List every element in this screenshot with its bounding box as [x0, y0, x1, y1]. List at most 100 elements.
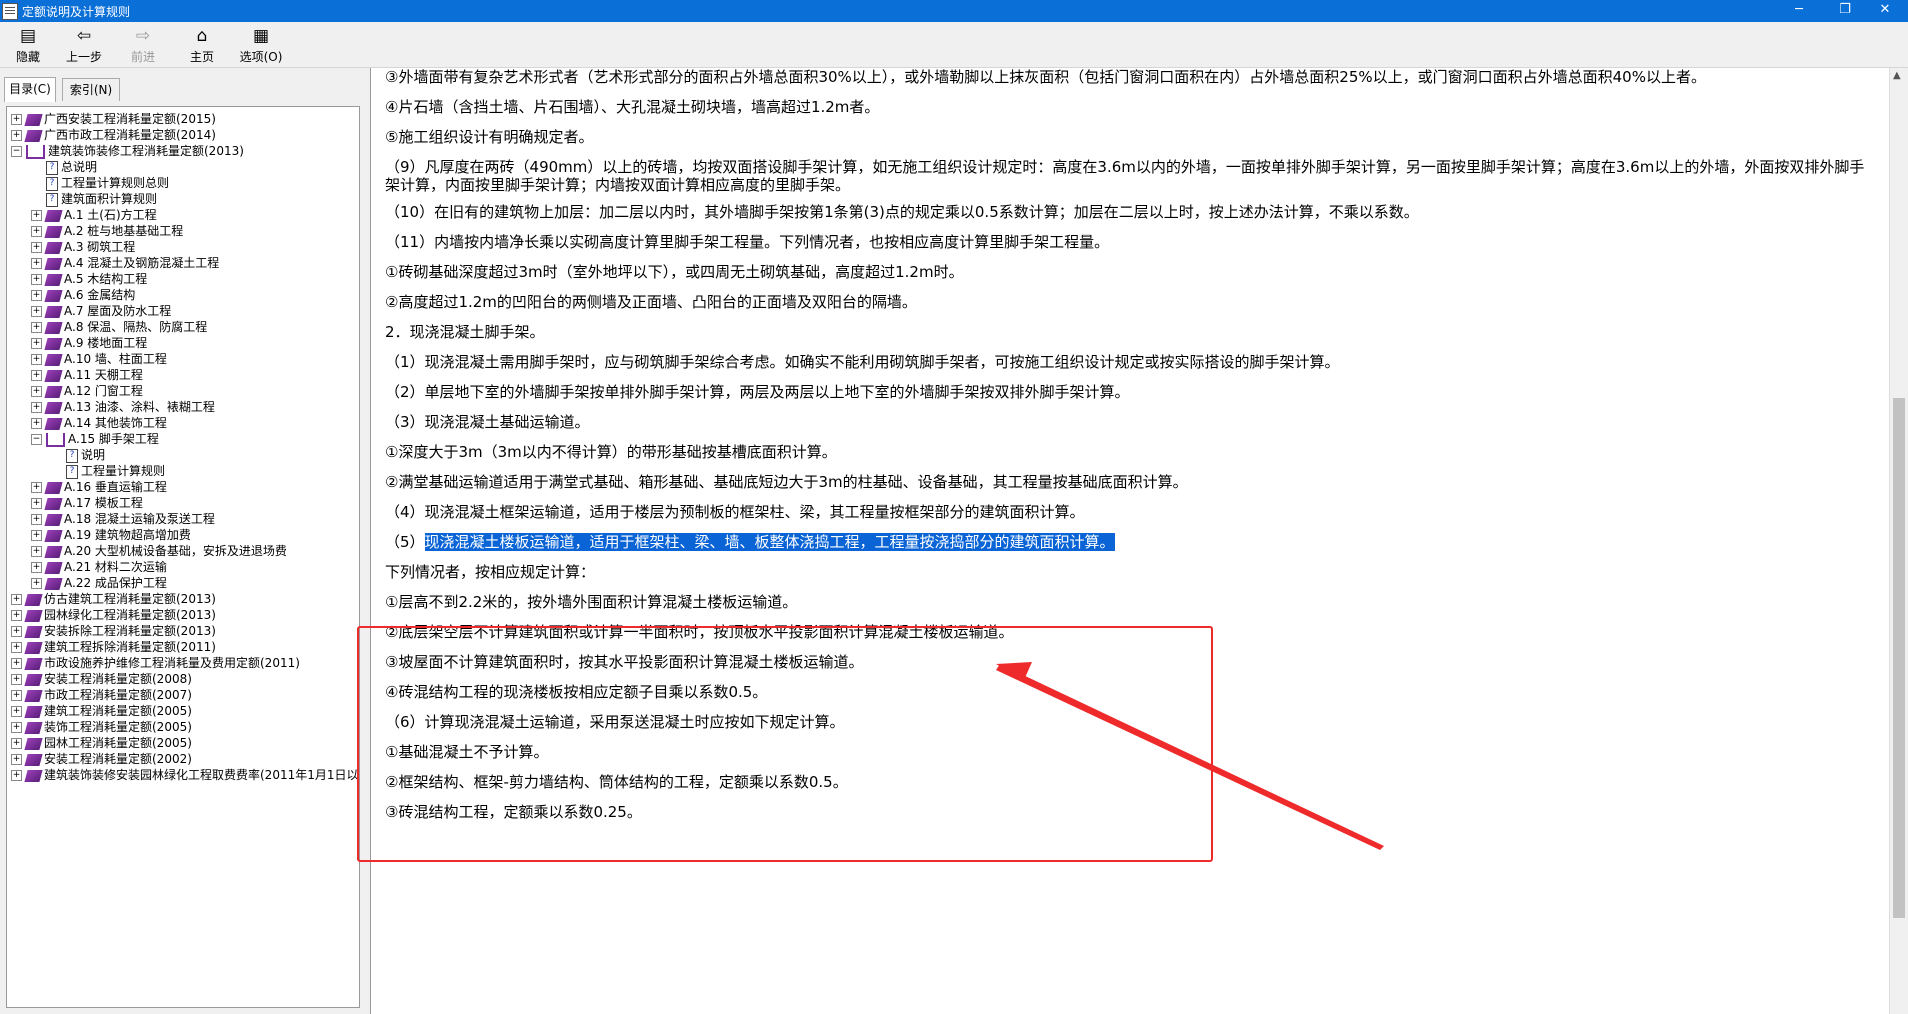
expand-icon[interactable]: + [31, 226, 42, 237]
tree-item[interactable]: + A.8 保温、隔热、防腐工程 [31, 319, 207, 335]
expand-icon[interactable]: + [31, 546, 42, 557]
selected-text[interactable]: 现浇混凝土楼板运输道，适用于框架柱、梁、墙、板整体浇捣工程，工程量按浇捣部分的建… [424, 533, 1115, 551]
tree-item[interactable]: + 仿古建筑工程消耗量定额(2013) [11, 591, 216, 607]
expand-icon[interactable]: + [11, 594, 22, 605]
expand-icon[interactable]: + [11, 738, 22, 749]
tree-item[interactable]: + 广西安装工程消耗量定额(2015) [11, 111, 216, 127]
tree-item[interactable]: + 安装工程消耗量定额(2008) [11, 671, 192, 687]
tree-item[interactable]: + A.16 垂直运输工程 [31, 479, 167, 495]
expand-icon[interactable]: + [31, 290, 42, 301]
content-pane[interactable]: ③外墙面带有复杂艺术形式者（艺术形式部分的面积占外墙总面积30%以上），或外墙勒… [370, 68, 1889, 1014]
tree-item[interactable]: + 安装拆除工程消耗量定额(2013) [11, 623, 216, 639]
tree-item[interactable]: + A.1 土(石)方工程 [31, 207, 157, 223]
expand-icon[interactable]: + [31, 530, 42, 541]
expand-icon[interactable]: + [31, 322, 42, 333]
expand-icon[interactable]: + [11, 642, 22, 653]
tree-item[interactable]: + A.20 大型机械设备基础，安拆及进退场费 [31, 543, 287, 559]
tab-index[interactable]: 索引(N) [62, 78, 120, 101]
options-button[interactable]: ▦ 选项(O) [233, 26, 289, 66]
tree-item[interactable]: ? 工程量计算规则总则 [31, 175, 169, 191]
expand-icon[interactable]: + [31, 578, 42, 589]
tree-item[interactable]: + 安装工程消耗量定额(2002) [11, 751, 192, 767]
tree-item[interactable]: + 园林工程消耗量定额(2005) [11, 735, 192, 751]
expand-icon[interactable]: + [31, 418, 42, 429]
paragraph-prefix: （5） [385, 533, 425, 551]
expand-icon[interactable]: + [11, 706, 22, 717]
tree-item[interactable]: + 园林绿化工程消耗量定额(2013) [11, 607, 216, 623]
close-button[interactable]: ✕ [1862, 0, 1908, 22]
home-button[interactable]: ⌂ 主页 [174, 26, 230, 66]
tree-item[interactable]: + A.2 桩与地基基础工程 [31, 223, 183, 239]
expand-icon[interactable]: + [31, 386, 42, 397]
expand-icon[interactable]: + [11, 626, 22, 637]
scroll-up-icon[interactable]: ▲ [1893, 70, 1901, 81]
expand-icon[interactable]: + [31, 242, 42, 253]
expand-icon[interactable]: + [31, 338, 42, 349]
tree-item[interactable]: + 市政设施养护维修工程消耗量及费用定额(2011) [11, 655, 300, 671]
tree-item[interactable]: + A.9 楼地面工程 [31, 335, 147, 351]
expand-icon[interactable]: + [31, 402, 42, 413]
expand-icon[interactable]: + [11, 114, 22, 125]
tree-item[interactable]: ? 工程量计算规则 [51, 463, 165, 479]
scrollbar-thumb[interactable] [1893, 398, 1905, 918]
expand-icon[interactable]: + [31, 514, 42, 525]
tree-item[interactable]: + 建筑工程拆除消耗量定额(2011) [11, 639, 216, 655]
expand-icon[interactable]: + [31, 562, 42, 573]
minimize-button[interactable]: ─ [1776, 0, 1822, 22]
tree-item[interactable]: + 装饰工程消耗量定额(2005) [11, 719, 192, 735]
tree-item[interactable]: + A.22 成品保护工程 [31, 575, 167, 591]
expand-icon[interactable]: + [31, 210, 42, 221]
tree-item[interactable]: + A.3 砌筑工程 [31, 239, 135, 255]
tree-item[interactable]: + 建筑装饰装修安装园林绿化工程取费费率(2011年1月1日以后 [11, 767, 359, 783]
book-icon [44, 305, 63, 318]
tree-item[interactable]: + A.13 油漆、涂料、裱糊工程 [31, 399, 215, 415]
tab-contents[interactable]: 目录(C) [4, 77, 56, 102]
tree-item[interactable]: + A.12 门窗工程 [31, 383, 143, 399]
expand-icon[interactable]: + [11, 658, 22, 669]
tree-item[interactable]: ? 总说明 [31, 159, 97, 175]
tree-item[interactable]: + 市政工程消耗量定额(2007) [11, 687, 192, 703]
expand-icon[interactable]: + [11, 754, 22, 765]
forward-button[interactable]: ⇨ 前进 [115, 26, 171, 66]
tree-item[interactable]: − A.15 脚手架工程 [31, 431, 159, 447]
expand-icon[interactable]: + [11, 610, 22, 621]
tree-item[interactable]: + A.11 天棚工程 [31, 367, 143, 383]
collapse-icon[interactable]: − [11, 146, 22, 157]
expand-icon[interactable]: + [11, 674, 22, 685]
expand-icon[interactable]: + [31, 370, 42, 381]
tree-item[interactable]: + A.10 墙、柱面工程 [31, 351, 167, 367]
hide-button[interactable]: ▤ 隐藏 [0, 26, 56, 66]
expand-icon[interactable]: + [11, 722, 22, 733]
tree-item[interactable]: + A.6 金属结构 [31, 287, 135, 303]
tree-item[interactable]: + 建筑工程消耗量定额(2005) [11, 703, 192, 719]
tree-item[interactable]: + A.17 模板工程 [31, 495, 143, 511]
vertical-scrollbar[interactable]: ▲ [1889, 68, 1908, 1014]
expand-icon[interactable]: + [31, 354, 42, 365]
expand-icon[interactable]: + [11, 770, 22, 781]
expand-icon[interactable]: + [31, 274, 42, 285]
tree-item[interactable]: + 广西市政工程消耗量定额(2014) [11, 127, 216, 143]
collapse-icon[interactable]: − [31, 434, 42, 445]
tree-item-label: A.13 油漆、涂料、裱糊工程 [64, 400, 215, 414]
expand-icon[interactable]: + [31, 498, 42, 509]
tree-item[interactable]: ? 建筑面积计算规则 [31, 191, 157, 207]
expand-icon[interactable]: + [11, 130, 22, 141]
expand-icon[interactable]: + [31, 306, 42, 317]
book-icon [44, 337, 63, 350]
contents-tree[interactable]: + 广西安装工程消耗量定额(2015) + 广西市政工程消耗量定额(2014) − 建筑装… [6, 106, 360, 1008]
tree-item[interactable]: + A.19 建筑物超高增加费 [31, 527, 191, 543]
back-button[interactable]: ⇦ 上一步 [56, 26, 112, 66]
expand-icon[interactable]: + [11, 690, 22, 701]
navigation-pane: 目录(C) 索引(N) + 广西安装工程消耗量定额(2015) + 广西市政工程消耗量… [0, 68, 364, 1014]
tree-item[interactable]: + A.5 木结构工程 [31, 271, 147, 287]
tree-item[interactable]: ? 说明 [51, 447, 105, 463]
tree-item[interactable]: + A.14 其他装饰工程 [31, 415, 167, 431]
tree-item[interactable]: + A.4 混凝土及钢筋混凝土工程 [31, 255, 219, 271]
tree-item[interactable]: + A.18 混凝土运输及泵送工程 [31, 511, 215, 527]
expand-icon[interactable]: + [31, 482, 42, 493]
tree-item[interactable]: + A.21 材料二次运输 [31, 559, 167, 575]
tree-item[interactable]: − 建筑装饰装修工程消耗量定额(2013) [11, 143, 244, 159]
expand-icon[interactable]: + [31, 258, 42, 269]
tree-item[interactable]: + A.7 屋面及防水工程 [31, 303, 171, 319]
book-icon [44, 417, 63, 430]
